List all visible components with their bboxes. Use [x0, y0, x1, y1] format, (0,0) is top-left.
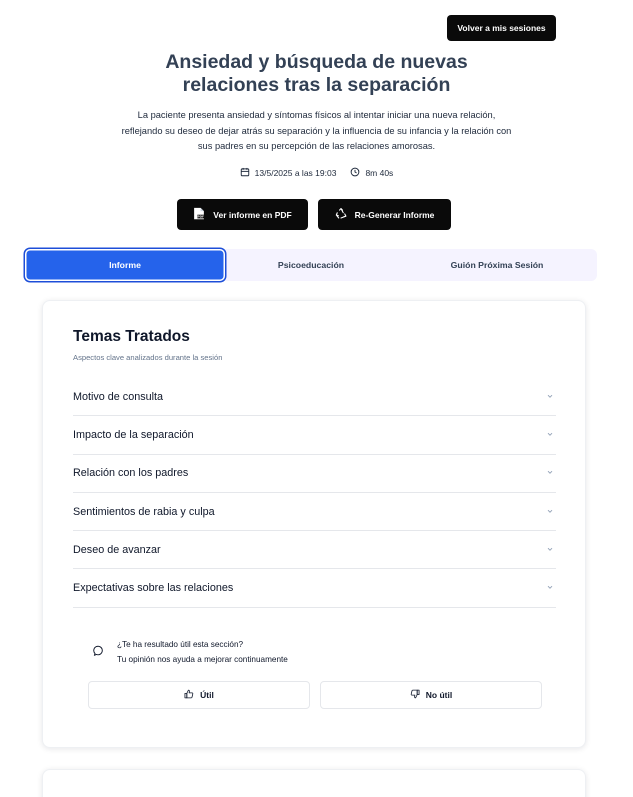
session-meta: 13/5/2025 a las 19:03 8m 40s	[0, 167, 633, 179]
session-duration-text: 8m 40s	[365, 168, 394, 178]
chevron-down-icon	[546, 544, 556, 556]
topic-label: Deseo de avanzar	[73, 543, 161, 556]
feedback-question: ¿Te ha resultado útil esta sección?	[117, 640, 244, 649]
next-section-card	[42, 769, 586, 797]
chevron-down-icon	[546, 429, 556, 441]
message-circle-icon	[93, 643, 104, 656]
feedback-not-useful-label: No útil	[425, 690, 453, 700]
session-duration: 8m 40s	[350, 167, 393, 179]
topic-label: Relación con los padres	[73, 467, 189, 480]
topic-label: Motivo de consulta	[73, 390, 164, 403]
topic-expectativas-sobre-las-relaciones[interactable]: Expectativas sobre las relaciones	[73, 569, 556, 608]
card-title: Temas Tratados	[73, 328, 190, 345]
session-summary: La paciente presenta ansiedad y síntomas…	[121, 110, 512, 151]
svg-text:PDF: PDF	[198, 215, 205, 219]
topic-label: Sentimientos de rabia y culpa	[73, 505, 215, 518]
regenerate-label: Re-Generar Informe	[354, 209, 435, 220]
topics-card: Temas Tratados Aspectos clave analizados…	[42, 300, 586, 748]
topic-label: Impacto de la separación	[73, 428, 194, 441]
chevron-down-icon	[546, 506, 556, 518]
feedback-subtitle: Tu opinión nos ayuda a mejorar continuam…	[117, 655, 288, 664]
calendar-icon	[240, 167, 250, 179]
chevron-down-icon	[546, 391, 556, 403]
pdf-file-icon: PDF	[193, 207, 205, 222]
view-pdf-label: Ver informe en PDF	[213, 209, 292, 220]
view-pdf-button[interactable]: PDF Ver informe en PDF	[177, 199, 308, 230]
topic-label: Expectativas sobre las relaciones	[73, 582, 234, 595]
topic-relacion-con-los-padres[interactable]: Relación con los padres	[73, 455, 556, 493]
page-title: Ansiedad y búsqueda de nuevas relaciones…	[165, 51, 468, 96]
topic-motivo-de-consulta[interactable]: Motivo de consulta	[73, 378, 556, 417]
regenerate-report-button[interactable]: Re-Generar Informe	[318, 199, 451, 230]
thumbs-down-icon	[410, 689, 420, 701]
session-report-page: Volver a mis sesiones Ansiedad y búsqued…	[0, 0, 633, 797]
chevron-down-icon	[546, 467, 556, 479]
session-date: 13/5/2025 a las 19:03	[240, 167, 337, 179]
tab-psicoeducacion[interactable]: Psicoeducación	[225, 249, 397, 281]
tab-informe[interactable]: Informe	[25, 249, 225, 281]
thumbs-up-icon	[184, 689, 194, 701]
feedback-useful-button[interactable]: Útil	[88, 681, 310, 709]
session-date-text: 13/5/2025 a las 19:03	[254, 168, 337, 178]
chevron-down-icon	[546, 582, 556, 594]
topic-impacto-de-la-separacion[interactable]: Impacto de la separación	[73, 416, 556, 455]
feedback-not-useful-button[interactable]: No útil	[320, 681, 542, 709]
topic-sentimientos-de-rabia-y-culpa[interactable]: Sentimientos de rabia y culpa	[73, 493, 556, 532]
card-subtitle: Aspectos clave analizados durante la ses…	[73, 353, 223, 362]
recycle-icon	[335, 207, 347, 222]
feedback-useful-label: Útil	[200, 690, 214, 700]
tab-guion-proxima-sesion[interactable]: Guión Próxima Sesión	[397, 249, 597, 281]
back-to-sessions-button[interactable]: Volver a mis sesiones	[447, 15, 556, 41]
report-tabs: Informe Psicoeducación Guión Próxima Ses…	[25, 249, 597, 281]
topics-accordion: Motivo de consulta Impacto de la separac…	[73, 378, 556, 608]
clock-icon	[350, 167, 360, 179]
topic-deseo-de-avanzar[interactable]: Deseo de avanzar	[73, 531, 556, 570]
